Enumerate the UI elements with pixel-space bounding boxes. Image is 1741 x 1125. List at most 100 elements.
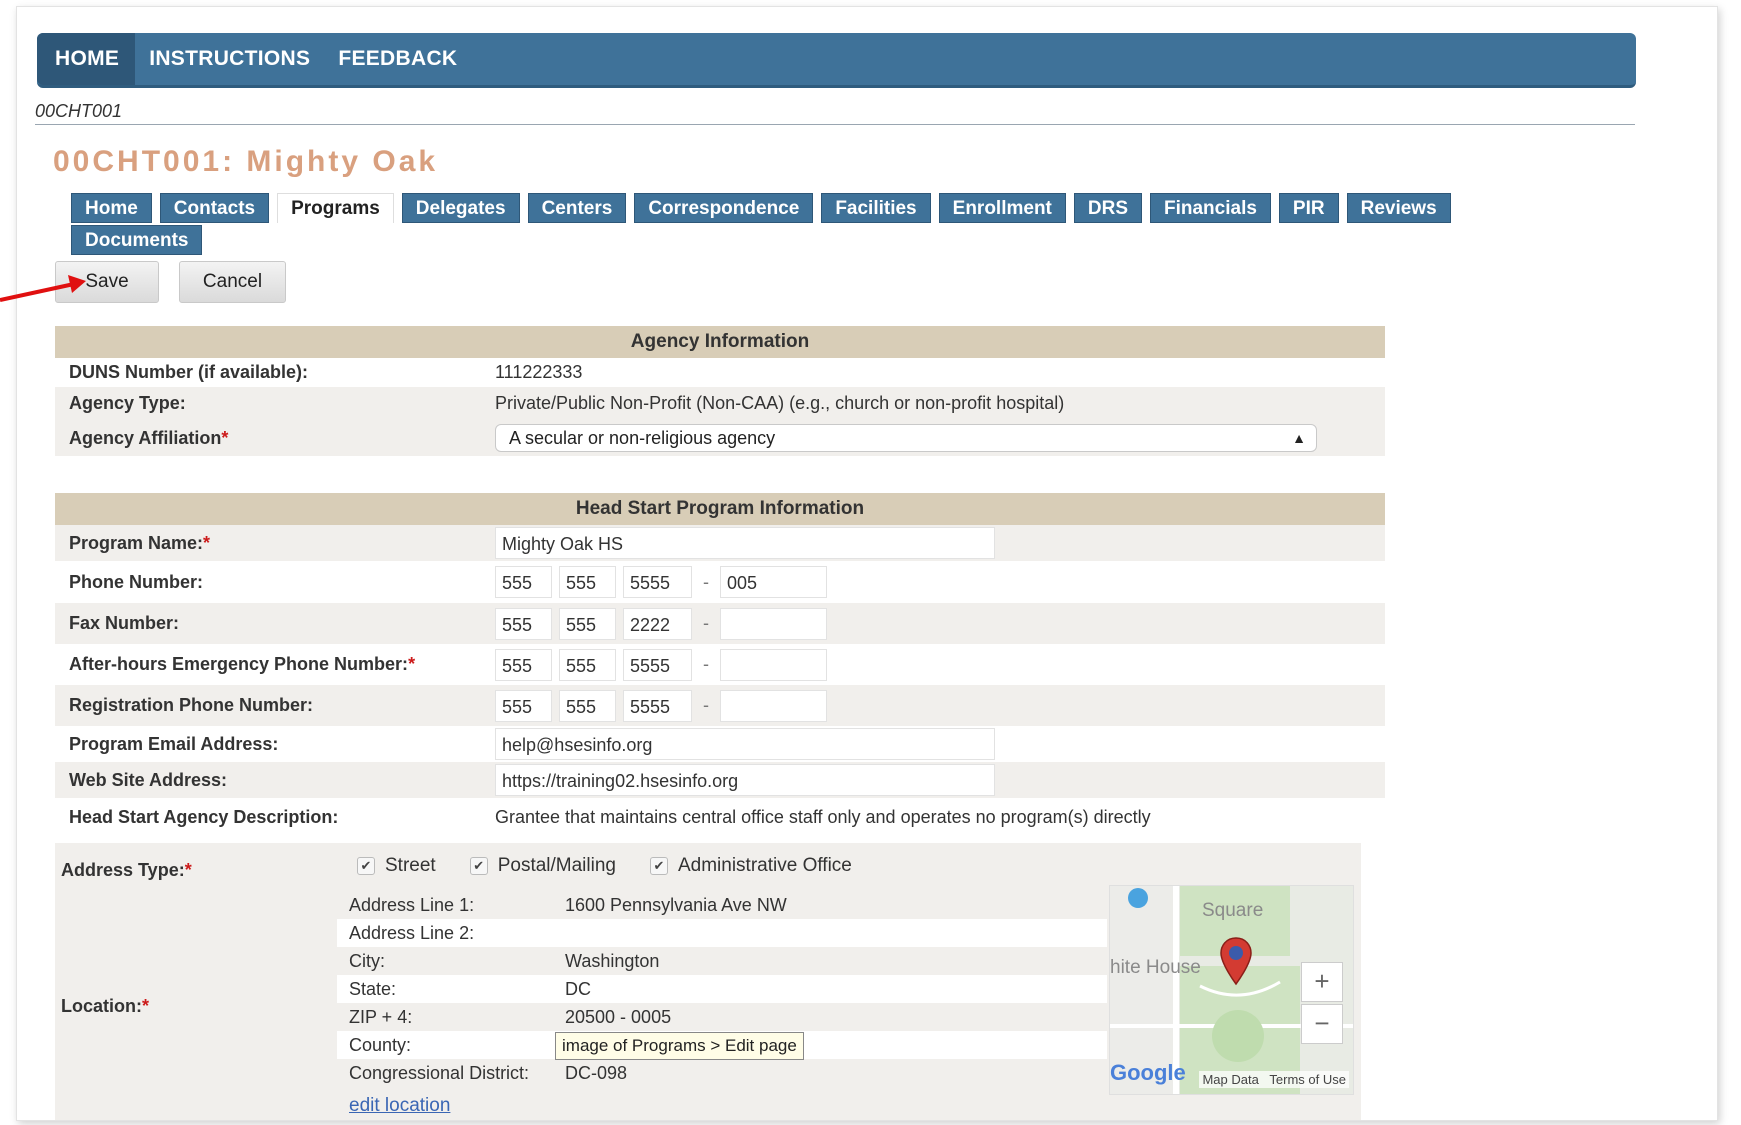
phone-extension-input[interactable]: 005 [720, 566, 827, 598]
map-landmark-label: hite House [1110, 957, 1201, 978]
tab-programs[interactable]: Programs [277, 193, 394, 223]
agency-affiliation-selected: A secular or non-religious agency [509, 427, 776, 448]
address-type-admin-office-checkbox[interactable]: ✔ Administrative Office [649, 855, 852, 877]
divider [35, 124, 1635, 125]
address-value: 20500 - 0005 [565, 1006, 672, 1027]
email-input[interactable]: help@hsesinfo.org [495, 728, 995, 760]
map-zoom-in-button[interactable]: + [1301, 962, 1343, 1002]
registration-phone-label: Registration Phone Number: [69, 695, 314, 715]
map-terms-link[interactable]: Terms of Use [1269, 1072, 1346, 1087]
tab-home[interactable]: Home [71, 193, 152, 223]
edit-location-link[interactable]: edit location [349, 1095, 450, 1117]
checkbox-label: Street [385, 855, 436, 876]
fax-area-input[interactable]: 555 [495, 607, 552, 640]
address-key: Congressional District: [349, 1062, 530, 1083]
select-caret-icon: ▲ [1292, 430, 1306, 446]
agency-description-label: Head Start Agency Description: [69, 806, 339, 827]
location-map[interactable]: Square hite House + − Google Map Data Te… [1109, 885, 1354, 1095]
registration-extension-input[interactable] [720, 689, 827, 722]
tab-facilities[interactable]: Facilities [821, 193, 931, 223]
email-row: Program Email Address: help@hsesinfo.org [55, 726, 1385, 762]
registration-line-input[interactable]: 5555 [623, 689, 692, 722]
duns-value: 111222333 [495, 362, 583, 382]
tab-contacts[interactable]: Contacts [159, 193, 270, 223]
tab-documents[interactable]: Documents [71, 225, 203, 255]
agency-affiliation-row: Agency Affiliation* A secular or non-rel… [55, 420, 1385, 456]
tab-financials[interactable]: Financials [1150, 193, 1271, 223]
agency-type-row: Agency Type: Private/Public Non-Profit (… [55, 387, 1385, 420]
program-name-input[interactable]: Mighty Oak HS [495, 527, 995, 559]
tab-drs[interactable]: DRS [1073, 193, 1142, 223]
section-header: Agency Information [55, 326, 1385, 358]
nav-home[interactable]: HOME [37, 33, 136, 85]
separator: - [703, 613, 709, 633]
annotation-arrow-icon [0, 275, 86, 302]
emergency-area-input[interactable]: 555 [495, 648, 552, 681]
address-key: ZIP + 4: [349, 1006, 413, 1027]
fax-prefix-input[interactable]: 555 [559, 607, 616, 640]
phone-prefix-input[interactable]: 555 [559, 566, 616, 598]
tab-reviews[interactable]: Reviews [1346, 193, 1451, 223]
address-value: DC-098 [565, 1062, 628, 1083]
address-key: Address Line 2: [349, 922, 475, 943]
website-label: Web Site Address: [69, 769, 228, 790]
fax-extension-input[interactable] [720, 607, 827, 640]
program-information-section: Head Start Program Information Program N… [55, 493, 1385, 836]
google-logo: Google [1110, 1060, 1186, 1085]
checkmark-icon: ✔ [469, 857, 488, 875]
tab-enrollment[interactable]: Enrollment [938, 193, 1066, 223]
fax-label: Fax Number: [69, 613, 180, 633]
checkmark-icon: ✔ [649, 857, 668, 875]
tab-pir[interactable]: PIR [1278, 193, 1339, 223]
map-data-link[interactable]: Map Data [1202, 1072, 1258, 1087]
separator: - [703, 695, 709, 715]
nav-instructions[interactable]: INSTRUCTIONS [135, 33, 324, 85]
breadcrumb: 00CHT001 [35, 101, 123, 121]
duns-label: DUNS Number (if available): [69, 362, 309, 382]
registration-phone-field: 555 555 5555 - [495, 689, 827, 722]
top-nav: HOME INSTRUCTIONS FEEDBACK [37, 33, 1636, 88]
agency-description-row: Head Start Agency Description: Grantee t… [55, 798, 1385, 836]
cancel-button[interactable]: Cancel [179, 261, 286, 303]
image-tooltip: image of Programs > Edit page [555, 1032, 804, 1060]
agency-type-value: Private/Public Non-Profit (Non-CAA) (e.g… [495, 393, 1065, 413]
address-type-postal-checkbox[interactable]: ✔ Postal/Mailing [469, 855, 616, 877]
address-type-checkboxes: ✔ Street ✔ Postal/Mailing ✔ Administrati… [357, 855, 852, 877]
tab-centers[interactable]: Centers [527, 193, 627, 223]
zip-row: ZIP + 4: 20500 - 0005 [337, 1003, 1107, 1031]
emergency-extension-input[interactable] [720, 648, 827, 681]
emergency-phone-row: After-hours Emergency Phone Number:* 555… [55, 644, 1385, 685]
app-frame: HOME INSTRUCTIONS FEEDBACK 00CHT001 00CH… [16, 6, 1718, 1121]
fax-line-input[interactable]: 2222 [623, 607, 692, 640]
emergency-phone-field: 555 555 5555 - [495, 648, 827, 681]
phone-area-input[interactable]: 555 [495, 566, 552, 598]
phone-line-input[interactable]: 5555 [623, 566, 692, 598]
address-type-street-checkbox[interactable]: ✔ Street [357, 855, 436, 877]
section-header: Head Start Program Information [55, 493, 1385, 525]
tab-delegates[interactable]: Delegates [401, 193, 520, 223]
checkbox-label: Administrative Office [677, 855, 852, 876]
registration-area-input[interactable]: 555 [495, 689, 552, 722]
address-key: State: [349, 978, 397, 999]
map-pin-icon [1220, 937, 1252, 986]
nav-feedback[interactable]: FEEDBACK [324, 33, 471, 85]
city-row: City: Washington [337, 947, 1107, 975]
map-footer: Map Data Terms of Use [1199, 1071, 1349, 1088]
agency-affiliation-select[interactable]: A secular or non-religious agency ▲ [495, 424, 1317, 452]
page-title: 00CHT001: Mighty Oak [53, 145, 439, 178]
address-value: 1600 Pennsylvania Ave NW [565, 894, 787, 915]
agency-information-section: Agency Information DUNS Number (if avail… [55, 326, 1385, 456]
emergency-prefix-input[interactable]: 555 [559, 648, 616, 681]
map-zoom-out-button[interactable]: − [1301, 1004, 1343, 1044]
tab-correspondence[interactable]: Correspondence [634, 193, 814, 223]
agency-type-label: Agency Type: [69, 393, 186, 413]
agency-description-value: Grantee that maintains central office st… [495, 806, 1151, 827]
separator: - [703, 571, 709, 592]
registration-prefix-input[interactable]: 555 [559, 689, 616, 722]
emergency-phone-label: After-hours Emergency Phone Number:* [69, 654, 416, 674]
fax-row: Fax Number: 555 555 2222 - [55, 603, 1385, 644]
address-value: DC [565, 978, 591, 999]
website-input[interactable]: https://training02.hsesinfo.org [495, 764, 995, 796]
checkmark-icon: ✔ [357, 857, 375, 875]
emergency-line-input[interactable]: 5555 [623, 648, 692, 681]
